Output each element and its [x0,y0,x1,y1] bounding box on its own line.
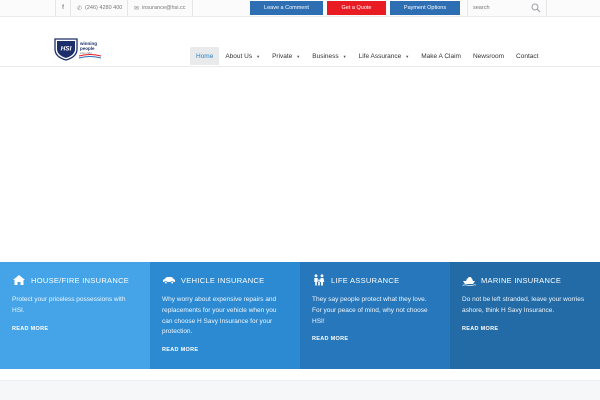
logo-line-2: people [80,46,95,51]
nav-item-about-us[interactable]: About Us ▼ [219,47,266,65]
feature-title: Marine Insurance [481,275,562,285]
phone-contact: ✆ (246) 4280 400 [70,0,127,16]
read-more-link[interactable]: READ MORE [312,336,438,342]
facebook-icon[interactable]: f [55,0,70,16]
caret-down-icon: ▼ [405,53,410,59]
feature-description: They say people protect what they love. … [312,296,428,325]
envelope-icon: ✉ [134,5,140,12]
nav-item-label: Contact [516,52,539,60]
hero-slider [0,68,600,262]
feature-description: Why worry about expensive repairs and re… [162,296,277,336]
nav-item-contact[interactable]: Contact [510,47,544,65]
feature-vehicle: Vehicle Insurance Why worry about expens… [150,262,300,369]
nav-item-business[interactable]: Business ▼ [306,47,352,65]
top-bar: f ✆ (246) 4280 400 ✉ insurance@hsi.cc Le… [0,0,600,17]
nav-item-private[interactable]: Private ▼ [266,47,306,65]
nav-item-label: About Us [225,52,253,60]
get-quote-button[interactable]: Get a Quote [327,1,386,15]
feature-description: Protect your priceless possessions with … [12,296,126,314]
payment-options-button[interactable]: Payment Options [390,1,460,15]
caret-down-icon: ▼ [256,53,261,59]
feature-boxes: House/Fire Insurance Protect your pricel… [0,262,600,369]
nav-item-home[interactable]: Home [190,47,220,65]
boat-icon [462,277,476,286]
feature-title: Life Assurance [331,275,400,285]
family-icon [314,274,325,286]
car-icon [163,277,175,285]
nav-item-label: Business [312,52,339,60]
feature-header: House/Fire Insurance [12,274,138,286]
nav-item-life-assurance[interactable]: Life Assurance ▼ [353,47,416,65]
read-more-link[interactable]: READ MORE [12,326,138,332]
feature-header: Vehicle Insurance [162,274,288,286]
read-more-link[interactable]: READ MORE [462,326,588,332]
search-icon[interactable] [531,3,541,13]
feature-description: Do not be left stranded, leave your worr… [462,296,585,314]
house-icon [13,275,25,285]
nav-item-newsroom[interactable]: Newsroom [467,47,510,65]
feature-life-assurance: Life Assurance They say people protect w… [300,262,450,369]
nav-item-make-a-claim[interactable]: Make A Claim [415,47,467,65]
site-header: HSI winning people since 1934 Home About… [0,17,600,67]
nav-item-label: Newsroom [472,52,505,60]
leave-comment-button[interactable]: Leave a Comment [250,1,323,15]
phone-icon: ✆ [77,5,83,12]
phone-number: (246) 4280 400 [85,5,123,11]
caret-down-icon: ▼ [342,53,347,59]
email-address[interactable]: insurance@hsi.cc [142,5,186,11]
search-input[interactable] [468,1,530,15]
feature-marine: Marine Insurance Do not be left stranded… [450,262,600,369]
feature-title: Vehicle Insurance [181,275,265,285]
feature-house-fire: House/Fire Insurance Protect your pricel… [0,262,150,369]
logo-badge: HSI [61,46,72,53]
nav-item-label: Home [196,52,214,60]
main-navigation: Home About Us ▼ Private ▼ Business ▼ Life A… [190,47,544,65]
search-box [467,0,547,16]
feature-header: Life Assurance [312,274,438,286]
feature-header: Marine Insurance [462,274,588,286]
read-more-link[interactable]: READ MORE [162,347,288,353]
nav-item-label: Private [272,52,293,60]
caret-down-icon: ▼ [296,53,301,59]
nav-item-label: Make A Claim [421,52,461,60]
feature-title: House/Fire Insurance [31,275,130,285]
nav-item-label: Life Assurance [358,52,402,60]
email-contact[interactable]: ✉ insurance@hsi.cc [127,0,193,16]
bottom-section [0,380,600,400]
hsi-logo[interactable]: HSI winning people since 1934 [53,35,103,61]
